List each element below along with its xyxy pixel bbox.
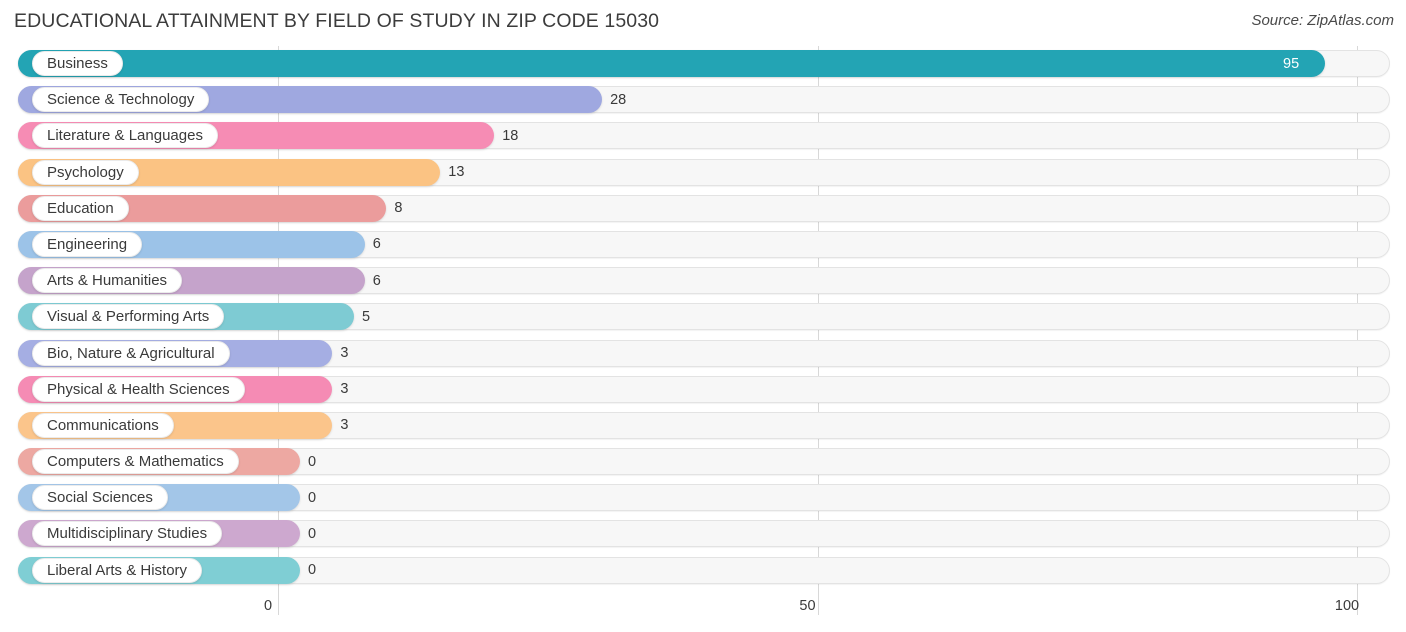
bar-value-label: 8 [394, 200, 403, 217]
x-tick-mark [817, 595, 819, 615]
bar-value-label: 6 [372, 272, 381, 289]
bar-category-label: Psychology [47, 163, 124, 181]
bar-value-label: 13 [448, 164, 465, 181]
chart-plot-area: Business 95 Science & Technology 28 Literatu… [0, 46, 1406, 595]
bar-row: Physical & Health Sciences 3 [0, 372, 1406, 408]
x-axis: 0 50 100 [0, 595, 1406, 632]
bar-label-pill: Visual & Performing Arts [32, 304, 225, 330]
bar-category-label: Arts & Humanities [47, 272, 168, 290]
bar-label-pill: Psychology [32, 159, 139, 185]
bar-category-label: Liberal Arts & History [47, 561, 188, 579]
bar-label-pill: Multidisciplinary Studies [32, 521, 223, 547]
bar-row: Visual & Performing Arts 5 [0, 299, 1406, 335]
bar-value-label: 0 [308, 562, 317, 579]
bar-category-label: Physical & Health Sciences [47, 380, 230, 398]
bar-row: Computers & Mathematics 0 [0, 444, 1406, 480]
source-attribution: Source: ZipAtlas.com [1251, 12, 1394, 29]
bar-row: Bio, Nature & Agricultural 3 [0, 336, 1406, 372]
page-title: EDUCATIONAL ATTAINMENT BY FIELD OF STUDY… [14, 10, 660, 32]
bar-row: Business 95 [0, 46, 1406, 82]
bar-value-label: 5 [361, 308, 371, 325]
x-tick-label: 0 [263, 598, 273, 614]
bar-category-label: Science & Technology [47, 91, 195, 109]
bar-label-pill: Business [32, 51, 123, 76]
bar-value-label: 3 [340, 381, 349, 398]
bar-category-label: Business [47, 55, 108, 72]
bar-label-pill: Engineering [32, 231, 143, 257]
bar-row: Education 8 [0, 191, 1406, 227]
bar-value-label: 3 [340, 417, 349, 434]
bar-category-label: Engineering [47, 235, 128, 253]
bar-category-label: Social Sciences [47, 489, 153, 507]
bar-rows: Business 95 Science & Technology 28 Literatu… [0, 46, 1406, 589]
bar-row: Science & Technology 28 [0, 82, 1406, 118]
bar-category-label: Bio, Nature & Agricultural [47, 344, 215, 362]
bar-category-label: Multidisciplinary Studies [47, 525, 208, 543]
bar-row: Multidisciplinary Studies 0 [0, 516, 1406, 552]
bar-row: Psychology 13 [0, 155, 1406, 191]
bar-label-pill: Literature & Languages [32, 123, 218, 149]
bar-value-label: 6 [372, 236, 381, 253]
bar-label-pill: Arts & Humanities [32, 268, 183, 294]
bar-value-label: 0 [308, 489, 317, 506]
bar-label-pill: Liberal Arts & History [32, 557, 203, 583]
bar-row: Liberal Arts & History 0 [0, 553, 1406, 589]
x-tick-label: 50 [799, 598, 816, 614]
bar-row: Literature & Languages 18 [0, 118, 1406, 154]
x-tick-mark [278, 595, 279, 615]
x-tick-label: 100 [1334, 598, 1360, 614]
bar-category-label: Computers & Mathematics [47, 453, 224, 471]
bar-value-label: 95 [1283, 55, 1300, 72]
bar-value-label: 0 [308, 525, 317, 542]
bar-value-label: 18 [502, 127, 519, 144]
bar-value-label: 3 [340, 345, 349, 361]
bar-value-label: 28 [610, 91, 627, 108]
bar-label-pill: Bio, Nature & Agricultural [32, 340, 230, 366]
bar-category-label: Communications [47, 416, 159, 434]
bar-label-pill: Education [32, 195, 129, 221]
bar-label-pill: Physical & Health Sciences [32, 376, 245, 402]
bar-label-pill: Social Sciences [32, 485, 168, 511]
bar-value-label: 0 [308, 453, 317, 470]
bar-row: Arts & Humanities 6 [0, 263, 1406, 299]
bar-category-label: Literature & Languages [47, 127, 203, 145]
bar-label-pill: Science & Technology [32, 87, 210, 113]
bar-row: Engineering 6 [0, 227, 1406, 263]
chart-header: EDUCATIONAL ATTAINMENT BY FIELD OF STUDY… [0, 0, 1406, 46]
bar-category-label: Visual & Performing Arts [47, 308, 210, 326]
bar-category-label: Education [47, 199, 114, 217]
bar-row: Communications 3 [0, 408, 1406, 444]
bar-label-pill: Communications [32, 412, 174, 438]
bar[interactable] [18, 50, 1326, 77]
bar-row: Social Sciences 0 [0, 480, 1406, 516]
bar-label-pill: Computers & Mathematics [32, 449, 239, 475]
